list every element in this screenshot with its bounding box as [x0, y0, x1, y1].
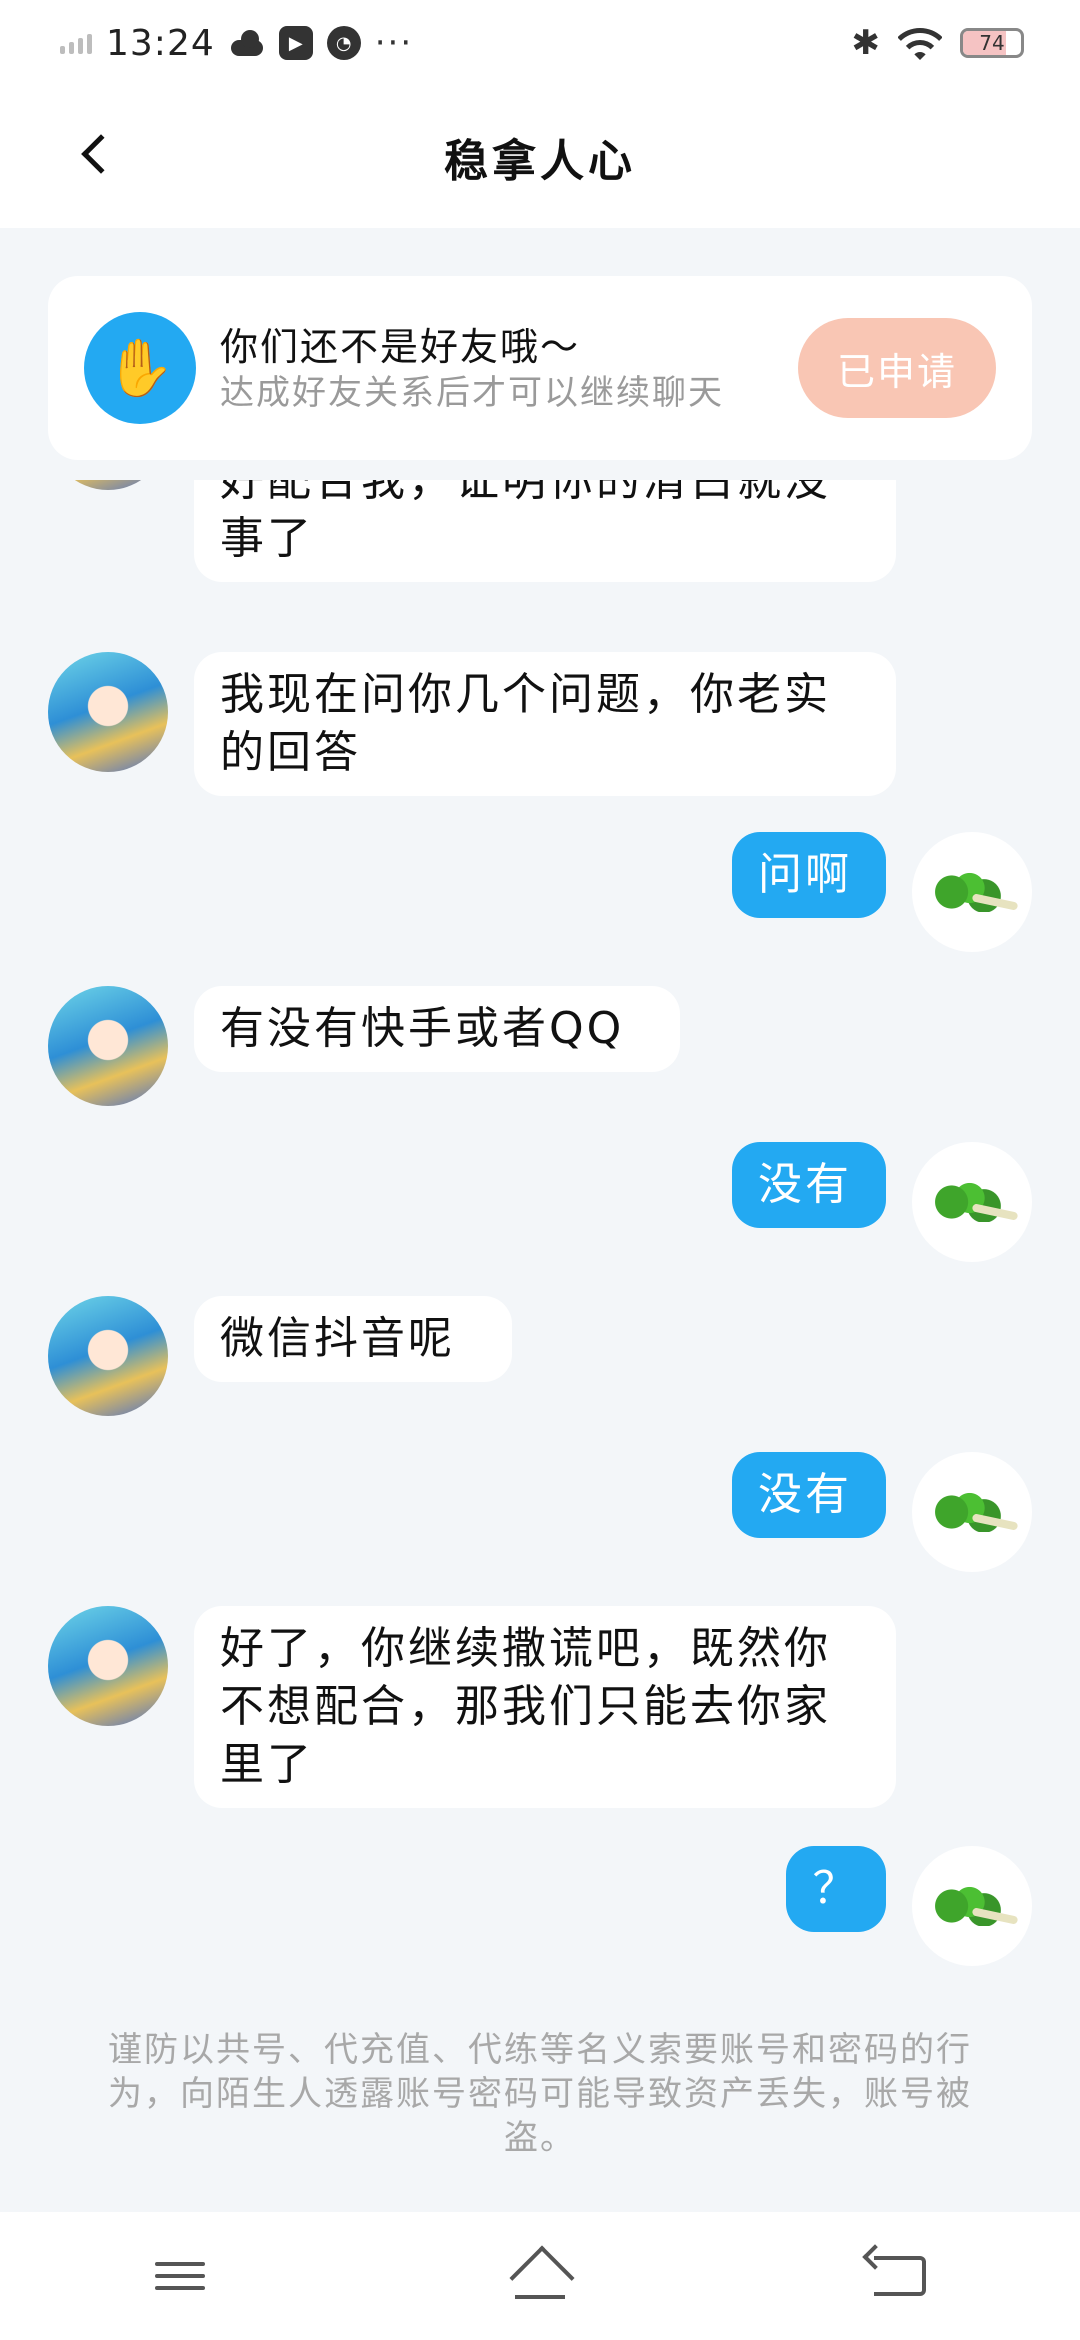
- battery-level: 74: [979, 31, 1005, 55]
- wifi-icon: [898, 26, 942, 60]
- message-bubble-received: 微信抖音呢: [194, 1296, 512, 1382]
- system-nav-bar: [0, 2212, 1080, 2340]
- page-title: 稳拿人心: [444, 136, 636, 187]
- message-bubble-sent: ？: [786, 1846, 886, 1932]
- contact-avatar[interactable]: [48, 652, 168, 772]
- self-avatar[interactable]: [912, 1452, 1032, 1572]
- gauge-icon: ◔: [326, 26, 361, 60]
- notice-text: 你们还不是好友哦～ 达成好友关系后才可以继续聊天: [220, 322, 760, 414]
- status-bar: 13:24 ▶ ◔ ··· ✱ 74: [0, 0, 1080, 86]
- contact-avatar[interactable]: [48, 480, 168, 490]
- self-avatar[interactable]: [912, 1142, 1032, 1262]
- self-avatar[interactable]: [912, 1846, 1032, 1966]
- top-nav: 稳拿人心: [0, 86, 1080, 228]
- message-bubble-sent: 没有: [732, 1452, 886, 1538]
- hand-icon: ✋: [84, 312, 196, 424]
- more-notifications-icon: ···: [374, 23, 414, 63]
- menu-icon[interactable]: [140, 2246, 220, 2306]
- chevron-left-icon: [81, 134, 121, 174]
- message-bubble-received: 好了，你继续撒谎吧，既然你不想配合，那我们只能去你家里了: [194, 1606, 896, 1808]
- status-time: 13:24: [106, 22, 215, 64]
- home-icon[interactable]: [500, 2246, 580, 2306]
- play-icon: ▶: [278, 26, 313, 60]
- status-right: ✱ 74: [851, 23, 1024, 63]
- notice-subtitle: 达成好友关系后才可以继续聊天: [220, 373, 724, 413]
- security-warning: 谨防以共号、代充值、代练等名义索要账号和密码的行为，向陌生人透露账号密码可能导致…: [108, 2030, 972, 2158]
- signal-icon: [60, 32, 92, 54]
- status-left: 13:24 ▶ ◔ ···: [60, 23, 413, 64]
- contact-avatar[interactable]: [48, 1606, 168, 1726]
- bluetooth-icon: ✱: [851, 23, 881, 63]
- notice-title: 你们还不是好友哦～: [220, 325, 581, 369]
- message-bubble-received: 我现在问你几个问题，你老实的回答: [194, 652, 896, 796]
- message-bubble-sent: 没有: [732, 1142, 886, 1228]
- applied-button[interactable]: 已申请: [798, 318, 996, 418]
- chat-list[interactable]: 好配合我，证明你的清白就没事了 我现在问你几个问题，你老实的回答 问啊 有没有快…: [0, 480, 1080, 1980]
- cilantro-icon: [930, 872, 1002, 912]
- message-bubble-sent: 问啊: [732, 832, 886, 918]
- cilantro-icon: [930, 1182, 1002, 1222]
- cilantro-icon: [930, 1886, 1002, 1926]
- cloud-icon: [229, 30, 265, 56]
- battery-icon: 74: [960, 28, 1024, 58]
- self-avatar[interactable]: [912, 832, 1032, 952]
- contact-avatar[interactable]: [48, 986, 168, 1106]
- contact-avatar[interactable]: [48, 1296, 168, 1416]
- back-button[interactable]: [64, 122, 128, 186]
- friend-notice-card: ✋ 你们还不是好友哦～ 达成好友关系后才可以继续聊天 已申请: [48, 276, 1032, 460]
- cilantro-icon: [930, 1492, 1002, 1532]
- back-icon[interactable]: [860, 2246, 940, 2306]
- message-bubble-received: 有没有快手或者QQ: [194, 986, 680, 1072]
- message-bubble-received: 好配合我，证明你的清白就没事了: [194, 480, 896, 582]
